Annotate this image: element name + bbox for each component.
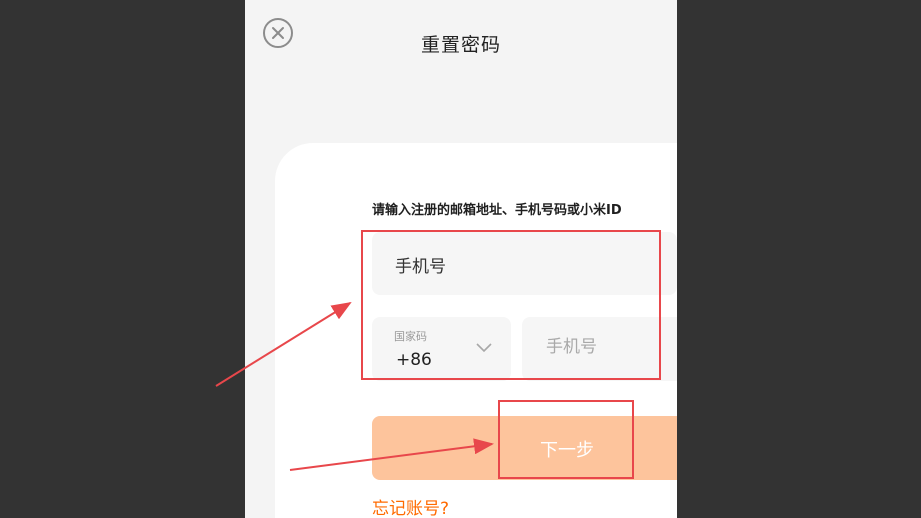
country-code-value: +86 [396, 350, 432, 370]
next-button-label: 下一步 [540, 440, 594, 461]
instruction-text: 请输入注册的邮箱地址、手机号码或小米ID [372, 203, 622, 218]
country-code-select[interactable]: 国家码 +86 [372, 317, 511, 381]
form-card: 请输入注册的邮箱地址、手机号码或小米ID 手机号 国家码 +86 下一步 忘记账… [275, 143, 677, 518]
page-title: 重置密码 [420, 34, 501, 56]
country-code-label: 国家码 [394, 330, 427, 343]
forgot-account-link[interactable]: 忘记账号? [372, 494, 449, 518]
chevron-down-icon [476, 343, 492, 353]
phone-input[interactable] [546, 337, 676, 357]
account-type-label: 手机号 [395, 257, 446, 277]
phone-screen: 重置密码 请输入注册的邮箱地址、手机号码或小米ID 手机号 国家码 +86 下一… [245, 0, 677, 518]
next-button[interactable]: 下一步 [372, 416, 677, 480]
account-type-field[interactable]: 手机号 [372, 232, 677, 295]
phone-field[interactable] [522, 317, 677, 381]
